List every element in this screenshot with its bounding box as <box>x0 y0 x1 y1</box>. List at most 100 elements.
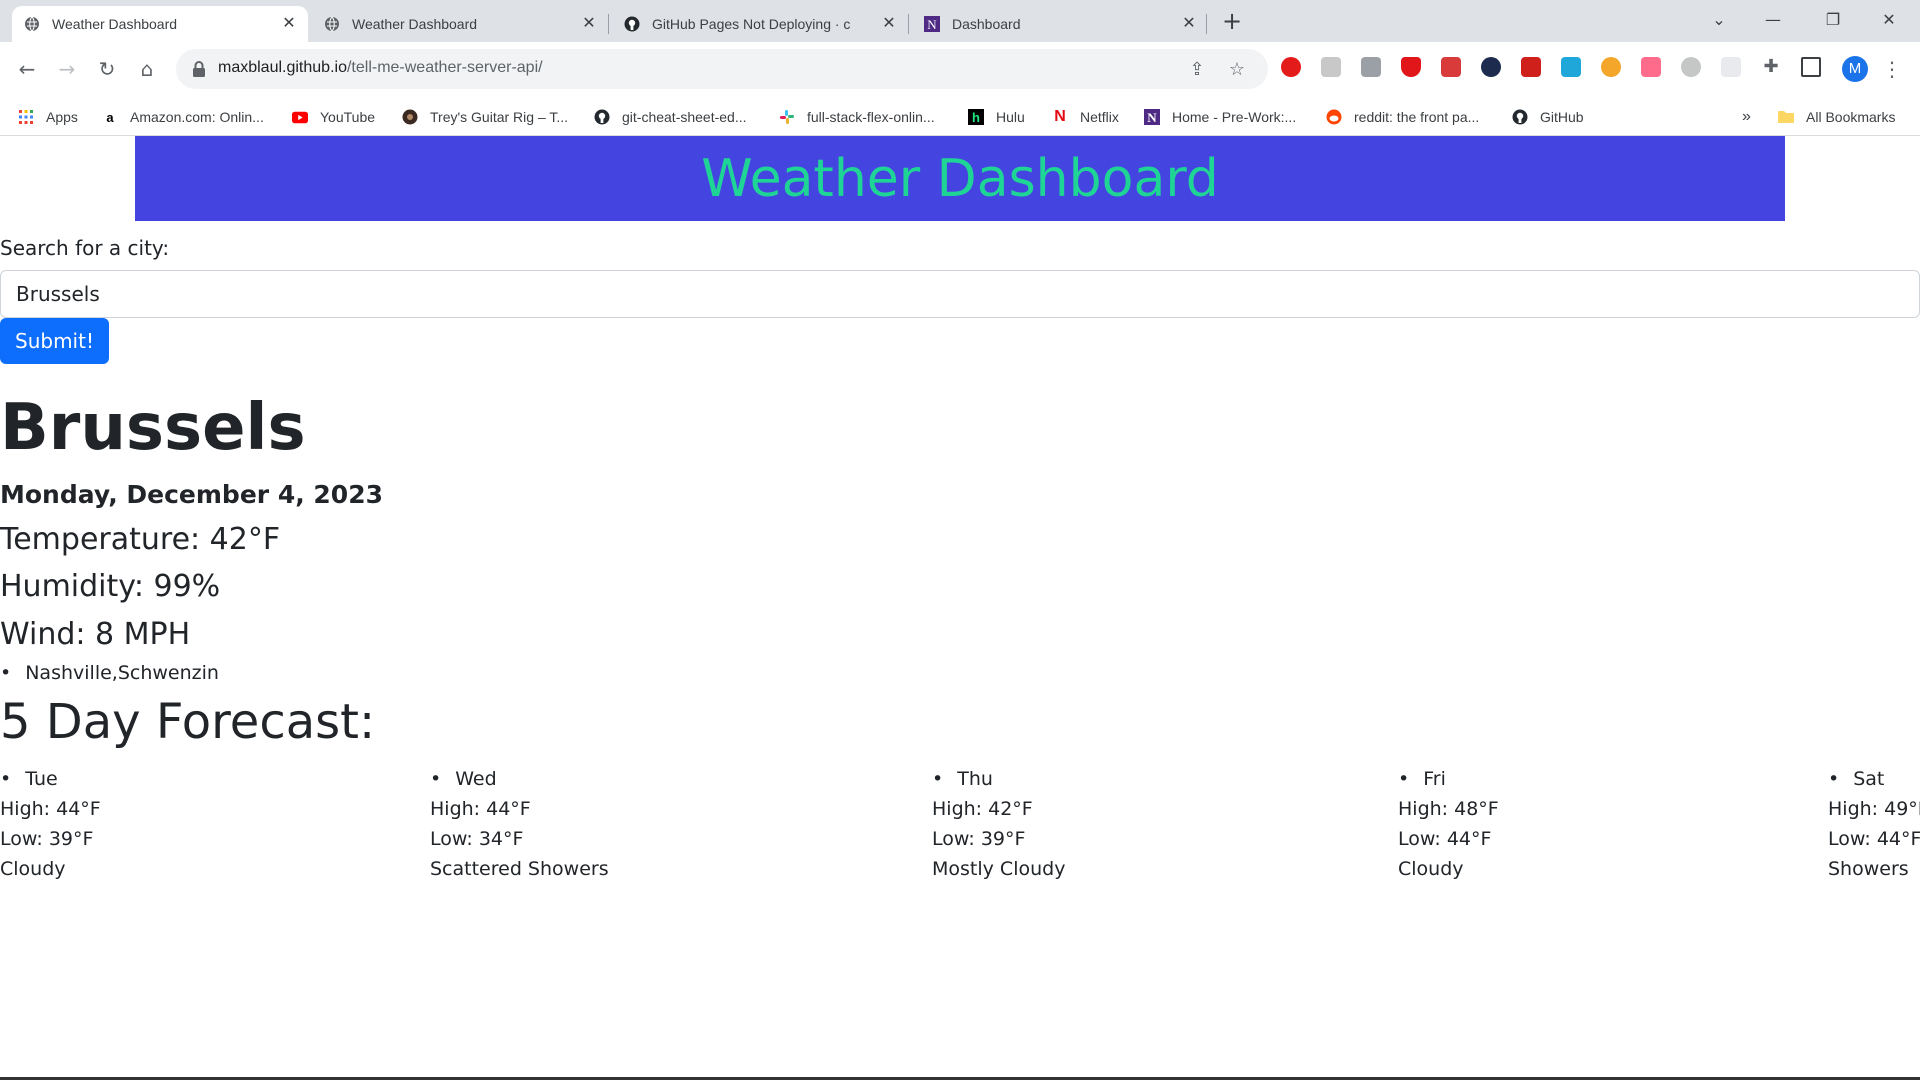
bookmark-treys-guitar[interactable]: Trey's Guitar Rig – T... <box>402 107 568 127</box>
css-extension-icon[interactable] <box>1361 57 1381 77</box>
bookmark-label: Apps <box>46 109 78 125</box>
bookmark-amazon[interactable]: a Amazon.com: Onlin... <box>102 107 263 127</box>
menu-kebab-icon[interactable]: ⋮ <box>1875 52 1909 86</box>
submit-button[interactable]: Submit! <box>0 318 109 364</box>
tab-title: Dashboard <box>952 16 1021 32</box>
bookmark-home-pre-work[interactable]: N Home - Pre-Work:... <box>1144 107 1296 127</box>
humidity: Humidity: 99% <box>0 569 221 604</box>
reddit-icon <box>1326 109 1342 125</box>
bookmark-netflix[interactable]: N Netflix <box>1052 107 1119 127</box>
extension-icon[interactable] <box>1721 57 1741 77</box>
bookmarks-overflow-button[interactable]: » <box>1742 107 1751 127</box>
color-extension-icon[interactable] <box>1601 57 1621 77</box>
search-history: Nashville,Schwenzin <box>0 662 219 684</box>
close-window-button[interactable]: ✕ <box>1866 4 1912 36</box>
forecast-low: Low: 44°F <box>1398 828 1492 850</box>
close-icon[interactable]: ✕ <box>1180 15 1198 33</box>
tab-search-icon[interactable]: ⌄ <box>1696 4 1742 36</box>
bookmark-label: reddit: the front pa... <box>1354 109 1480 125</box>
forecast-low: Low: 34°F <box>430 828 524 850</box>
shield-extension-icon[interactable] <box>1401 57 1421 77</box>
bookmark-youtube[interactable]: YouTube <box>292 107 375 127</box>
tab-weather-dashboard-active[interactable]: Weather Dashboard ✕ <box>12 6 308 42</box>
bookmark-apps[interactable]: Apps <box>18 107 78 127</box>
github-icon <box>594 109 610 125</box>
bookmark-git-cheat-sheet[interactable]: git-cheat-sheet-ed... <box>594 107 747 127</box>
forecast-day: Tue High: 44°F Low: 39°F Cloudy <box>0 764 101 884</box>
guitar-site-icon <box>402 109 418 125</box>
bookmark-github[interactable]: GitHub <box>1512 107 1584 127</box>
forward-button[interactable]: → <box>50 52 84 86</box>
search-input[interactable] <box>0 270 1920 318</box>
github-icon <box>624 16 640 32</box>
pdf-extension-icon[interactable] <box>1521 57 1541 77</box>
url-host: maxblaul.github.io <box>218 59 347 76</box>
hulu-icon: h <box>968 109 984 125</box>
bookmark-label: Netflix <box>1080 109 1119 125</box>
restore-button[interactable]: ❐ <box>1810 4 1856 36</box>
tab-divider <box>608 14 609 34</box>
slack-icon <box>779 109 795 125</box>
close-icon[interactable]: ✕ <box>580 15 598 33</box>
page-content: Weather Dashboard Search for a city: Sub… <box>0 136 1920 1080</box>
forecast-high: High: 48°F <box>1398 798 1499 820</box>
globe-icon <box>24 16 40 32</box>
puzzle-icon[interactable]: ✚ <box>1761 57 1781 77</box>
tab-divider <box>1206 14 1207 34</box>
bookmark-star-icon[interactable]: ☆ <box>1226 59 1248 81</box>
wind: Wind: 8 MPH <box>0 617 191 652</box>
bookmarks-bar: Apps a Amazon.com: Onlin... YouTube Trey… <box>0 98 1920 136</box>
extension-icon[interactable] <box>1481 57 1501 77</box>
adblock-extension-icon[interactable] <box>1281 57 1301 77</box>
pocket-extension-icon[interactable] <box>1441 57 1461 77</box>
reload-button[interactable]: ↻ <box>90 52 124 86</box>
share-icon[interactable]: ⇪ <box>1186 59 1208 81</box>
bookmark-reddit[interactable]: reddit: the front pa... <box>1326 107 1479 127</box>
extension-icon[interactable] <box>1641 57 1661 77</box>
new-tab-button[interactable]: + <box>1218 8 1246 36</box>
amazon-icon: a <box>106 109 114 125</box>
tab-title: Weather Dashboard <box>52 16 178 32</box>
history-item[interactable]: Nashville,Schwenzin <box>0 662 219 684</box>
bookmark-full-stack-flex[interactable]: full-stack-flex-onlin... <box>779 107 935 127</box>
site-header: Weather Dashboard <box>135 136 1785 221</box>
svg-text:N: N <box>927 17 937 32</box>
extension-icon[interactable] <box>1681 57 1701 77</box>
url-path: /tell-me-weather-server-api/ <box>346 59 543 76</box>
close-icon[interactable]: ✕ <box>880 15 898 33</box>
tab-dashboard[interactable]: N Dashboard ✕ <box>912 6 1208 42</box>
forecast-day-name: Fri <box>1398 764 1499 794</box>
bookmark-label: Hulu <box>996 109 1025 125</box>
url-text[interactable]: maxblaul.github.io/tell-me-weather-serve… <box>218 59 543 77</box>
forecast-description: Showers <box>1828 858 1909 880</box>
lock-icon[interactable] <box>192 60 208 78</box>
youtube-icon <box>292 109 308 125</box>
tab-title: Weather Dashboard <box>352 16 478 32</box>
forecast-low: Low: 44°F <box>1828 828 1920 850</box>
address-bar[interactable]: maxblaul.github.io/tell-me-weather-serve… <box>176 49 1268 89</box>
forecast-description: Cloudy <box>1398 858 1464 880</box>
city-name: Brussels <box>0 391 306 465</box>
close-icon[interactable]: ✕ <box>280 15 298 33</box>
minimize-button[interactable]: — <box>1750 4 1796 36</box>
tab-github-pages[interactable]: GitHub Pages Not Deploying · c ✕ <box>612 6 908 42</box>
extension-icon[interactable] <box>1561 57 1581 77</box>
extension-icon[interactable] <box>1321 57 1341 77</box>
forecast-description: Mostly Cloudy <box>932 858 1066 880</box>
bookmark-hulu[interactable]: h Hulu <box>968 107 1025 127</box>
bookmark-label: YouTube <box>320 109 376 125</box>
back-button[interactable]: ← <box>10 52 44 86</box>
bookmark-label: Home - Pre-Work:... <box>1172 109 1297 125</box>
forecast-high: High: 44°F <box>0 798 101 820</box>
profile-avatar[interactable]: M <box>1842 56 1868 82</box>
temperature: Temperature: 42°F <box>0 522 281 557</box>
tab-divider <box>908 14 909 34</box>
forecast-high: High: 44°F <box>430 798 531 820</box>
all-bookmarks-button[interactable]: All Bookmarks <box>1778 107 1895 127</box>
side-panel-icon[interactable] <box>1801 57 1821 77</box>
forecast-day-name: Wed <box>430 764 609 794</box>
tab-weather-dashboard[interactable]: Weather Dashboard ✕ <box>312 6 608 42</box>
forecast-day: Thu High: 42°F Low: 39°F Mostly Cloudy <box>932 764 1065 884</box>
home-button[interactable]: ⌂ <box>130 52 164 86</box>
northwestern-icon: N <box>1144 109 1160 125</box>
